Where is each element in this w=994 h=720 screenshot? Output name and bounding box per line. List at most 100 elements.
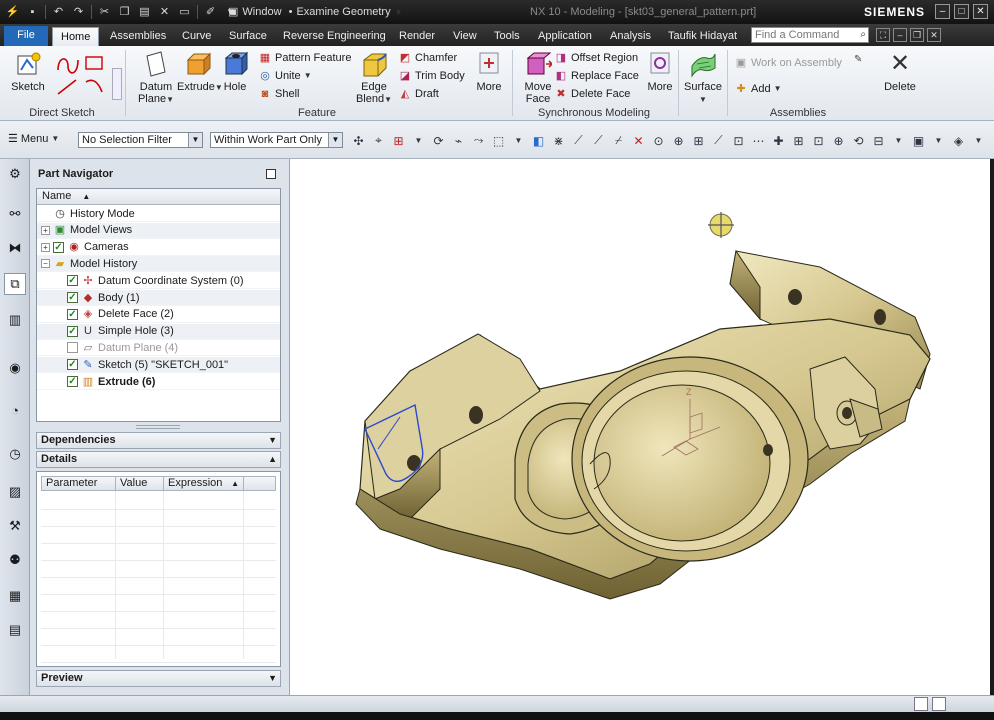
tree-node[interactable]: ✓ ◈ Delete Face (2): [37, 307, 280, 323]
chevron-up-icon[interactable]: ▲: [268, 452, 277, 467]
lighting-icon[interactable]: ●: [990, 132, 994, 149]
cut-icon[interactable]: ✂: [96, 3, 113, 20]
chevron-down-icon[interactable]: ▼: [890, 132, 907, 149]
brake-caliper-model[interactable]: Z: [290, 159, 990, 695]
part-navigator-icon[interactable]: ⧉: [4, 273, 26, 295]
checkbox-checked-icon[interactable]: ✓: [67, 292, 78, 303]
application-mode-label[interactable]: Examine Geometry: [296, 6, 390, 18]
settings-icon[interactable]: ⚙: [4, 163, 26, 185]
paste-icon[interactable]: ▤: [136, 3, 153, 20]
checkbox-checked-icon[interactable]: ✓: [67, 376, 78, 387]
expand-icon[interactable]: +: [41, 225, 50, 235]
select-edges-icon[interactable]: ⌁: [450, 132, 467, 149]
chevron-down-icon[interactable]: ▼: [304, 68, 312, 84]
tree-node[interactable]: ✓ ◆ Body (1): [37, 290, 280, 306]
chamfer-button[interactable]: ◩ Chamfer: [398, 49, 457, 66]
chevron-down-icon[interactable]: ▼: [166, 95, 174, 104]
expand-icon[interactable]: +: [41, 242, 50, 252]
message-window-icon[interactable]: [932, 697, 946, 711]
save-icon[interactable]: ▪: [24, 3, 41, 20]
checkbox-checked-icon[interactable]: ✓: [67, 325, 78, 337]
curve-rule-icon[interactable]: ⋇: [550, 132, 567, 149]
checkbox-checked-icon[interactable]: ✓: [67, 308, 78, 320]
unite-button[interactable]: ◎ Unite ▼: [258, 67, 312, 84]
surface-button[interactable]: Surface ▼: [683, 49, 723, 106]
pattern-feature-button[interactable]: ▦ Pattern Feature: [258, 49, 352, 66]
extrude-button[interactable]: Extrude▼: [177, 49, 223, 94]
nx-logo-icon[interactable]: ⚡: [4, 3, 21, 20]
sync-more-button[interactable]: More: [645, 49, 675, 93]
intersection-snap-icon[interactable]: ✕: [630, 132, 647, 149]
tab-assemblies[interactable]: Assemblies: [107, 27, 169, 46]
expression-column-header[interactable]: Expression ▲: [164, 477, 244, 490]
collapse-icon[interactable]: −: [41, 259, 50, 269]
roles-icon[interactable]: ⚉: [4, 549, 26, 571]
menu-button[interactable]: ☰ Menu ▼: [8, 132, 59, 146]
orient-view-icon[interactable]: ⊟: [870, 132, 887, 149]
selection-scope-select[interactable]: Within Work Part Only ▼: [210, 132, 343, 148]
manufacturing-wizards-icon[interactable]: ⚒: [4, 515, 26, 537]
tree-node[interactable]: ▱ Datum Plane (4): [37, 340, 280, 357]
checkbox-unchecked-icon[interactable]: [67, 342, 78, 354]
dependencies-pane-header[interactable]: Dependencies ▼: [36, 432, 281, 449]
tab-curve[interactable]: Curve: [179, 27, 214, 46]
tab-view[interactable]: View: [450, 27, 480, 46]
feature-more-button[interactable]: More: [474, 49, 504, 93]
fit-view-icon[interactable]: ⊡: [810, 132, 827, 149]
close-button[interactable]: ✕: [973, 4, 988, 19]
tree-node[interactable]: ✓ ▥ Extrude (6): [37, 374, 280, 390]
minimize-button[interactable]: –: [935, 4, 950, 19]
tree-node[interactable]: ✓ ✎ Sketch (5) "SKETCH_001": [37, 357, 280, 374]
repeat-command-icon[interactable]: ▭: [176, 3, 193, 20]
control-point-icon[interactable]: ⌿: [610, 132, 627, 149]
chevron-down-icon[interactable]: ▼: [384, 95, 392, 104]
rotate-icon[interactable]: ⟲: [850, 132, 867, 149]
system-scenes-icon[interactable]: ▦: [4, 585, 26, 607]
delete-icon[interactable]: ✕: [156, 3, 173, 20]
close-part-icon[interactable]: ✕: [927, 28, 941, 42]
checkbox-checked-icon[interactable]: ✓: [53, 241, 64, 253]
chevron-down-icon[interactable]: ▼: [268, 671, 277, 686]
print-icon[interactable]: ▤: [4, 619, 26, 641]
value-column-header[interactable]: Value: [116, 477, 164, 490]
quick-pick-icon[interactable]: ✚: [770, 132, 787, 149]
trim-body-button[interactable]: ◪ Trim Body: [398, 67, 465, 84]
chevron-down-icon[interactable]: ▼: [410, 132, 427, 149]
chevron-down-icon[interactable]: ▼: [510, 132, 527, 149]
web-browser-icon[interactable]: ◉: [4, 357, 26, 379]
graphics-window[interactable]: Z: [290, 159, 990, 695]
reuse-library-icon[interactable]: ▥: [4, 309, 26, 331]
assembly-navigator-icon[interactable]: ⚯: [4, 203, 26, 225]
tree-node[interactable]: + ▣ Model Views: [37, 222, 280, 239]
chevron-down-icon[interactable]: ▼: [699, 95, 707, 104]
pin-icon[interactable]: [266, 169, 276, 179]
selection-filter-select[interactable]: No Selection Filter ▼: [78, 132, 203, 148]
quadrant-snap-icon[interactable]: ⊕: [670, 132, 687, 149]
chevron-down-icon[interactable]: ▼: [328, 133, 342, 147]
tab-analysis[interactable]: Analysis: [607, 27, 654, 46]
select-faces-icon[interactable]: ⟳: [430, 132, 447, 149]
add-component-button[interactable]: ✚ Add ▼: [734, 80, 781, 97]
find-command-input[interactable]: Find a Command ⌕: [751, 27, 869, 43]
chevron-down-icon[interactable]: ▼: [970, 132, 987, 149]
chevron-down-icon[interactable]: ▼: [930, 132, 947, 149]
constraint-navigator-icon[interactable]: ⧓: [4, 237, 26, 259]
hole-button[interactable]: Hole: [220, 49, 250, 93]
draft-button[interactable]: ◭ Draft: [398, 85, 439, 102]
layer-settings-icon[interactable]: ◈: [950, 132, 967, 149]
bounded-grid-icon[interactable]: ⋯: [750, 132, 767, 149]
tree-node[interactable]: − ▰ Model History: [37, 256, 280, 273]
point-on-curve-icon[interactable]: ⟋: [710, 132, 727, 149]
tab-home[interactable]: Home: [52, 27, 100, 46]
datum-plane-button[interactable]: Datum Plane▼: [136, 49, 176, 106]
window-menu[interactable]: ▣ Window • Examine Geometry ▼: [228, 5, 407, 18]
move-face-button[interactable]: Move Face: [518, 49, 558, 105]
face-rule-icon[interactable]: ◧: [530, 132, 547, 149]
minimize-ribbon-icon[interactable]: ❐: [910, 28, 924, 42]
select-feature-icon[interactable]: ⌖: [370, 132, 387, 149]
select-curves-icon[interactable]: ⤳: [470, 132, 487, 149]
chevron-down-icon[interactable]: ▼: [268, 433, 277, 448]
chevron-down-icon[interactable]: ▼: [188, 133, 202, 147]
endpoint-snap-icon[interactable]: ⟋: [570, 132, 587, 149]
system-materials-icon[interactable]: ◷: [4, 443, 26, 465]
